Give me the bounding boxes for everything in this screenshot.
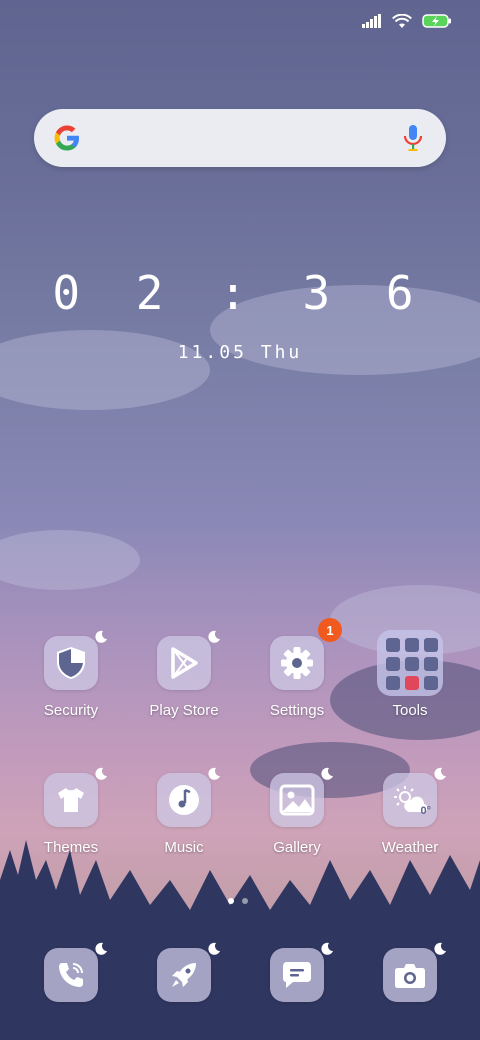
app-play-store[interactable]: Play Store xyxy=(129,630,239,719)
google-search-bar[interactable] xyxy=(34,109,446,167)
rocket-tile[interactable] xyxy=(157,942,220,1002)
app-weather[interactable]: 0° Weather xyxy=(355,767,465,856)
app-label: Themes xyxy=(43,839,99,856)
app-label: Play Store xyxy=(149,702,219,719)
wifi-icon xyxy=(392,13,412,28)
folder-tools[interactable]: Tools xyxy=(355,630,465,719)
moon-decoration xyxy=(282,424,336,478)
folder-app-icon xyxy=(405,638,419,652)
notification-badge: 1 xyxy=(318,618,342,642)
app-label: Settings xyxy=(269,702,325,719)
app-label: Gallery xyxy=(273,839,321,856)
folder-app-icon xyxy=(386,657,400,671)
folder-app-icon xyxy=(405,657,419,671)
camera-icon xyxy=(395,964,425,988)
moon-mini-icon xyxy=(208,942,220,955)
settings-tile[interactable]: 1 xyxy=(270,618,342,690)
weather-temp: 0° xyxy=(420,805,431,817)
app-label: Weather xyxy=(381,839,439,856)
folder-label: Tools xyxy=(392,702,428,719)
phone-tile[interactable] xyxy=(44,942,107,1002)
moon-mini-icon xyxy=(321,942,333,955)
image-icon xyxy=(279,784,315,816)
moon-mini-icon xyxy=(95,630,107,643)
tshirt-icon xyxy=(58,788,84,812)
dock-cleaner[interactable] xyxy=(129,942,239,1002)
page-dot xyxy=(242,898,248,904)
folder-app-icon xyxy=(405,676,419,690)
moon-mini-icon xyxy=(434,767,446,780)
app-themes[interactable]: Themes xyxy=(16,767,126,856)
dock-messages[interactable] xyxy=(242,942,352,1002)
page-indicator xyxy=(228,898,248,904)
moon-mini-icon xyxy=(208,767,220,780)
battery-charging-icon xyxy=(422,14,451,28)
folder-app-icon xyxy=(386,676,400,690)
clock-time[interactable]: 0 2 : 3 6 xyxy=(0,266,480,320)
music-tile[interactable] xyxy=(157,767,220,827)
app-gallery[interactable]: Gallery xyxy=(242,767,352,856)
moon-mini-icon xyxy=(95,767,107,780)
dock-phone[interactable] xyxy=(16,942,126,1002)
music-icon xyxy=(169,785,199,815)
google-logo xyxy=(54,125,79,151)
folder-app-icon xyxy=(424,657,438,671)
app-label: Music xyxy=(164,839,204,856)
gallery-tile[interactable] xyxy=(270,767,333,827)
themes-tile[interactable] xyxy=(44,767,107,827)
signal-icon xyxy=(362,14,381,28)
camera-tile[interactable] xyxy=(383,942,446,1002)
app-settings[interactable]: 1 Settings xyxy=(242,618,352,719)
moon-mini-icon xyxy=(95,942,107,955)
messages-tile[interactable] xyxy=(270,942,333,1002)
folder-app-icon xyxy=(424,676,438,690)
gear-icon xyxy=(281,647,313,679)
message-icon xyxy=(283,962,311,988)
page-dot-active xyxy=(228,898,234,904)
tools-folder-tile[interactable] xyxy=(377,630,443,696)
app-security[interactable]: Security xyxy=(16,630,126,719)
app-label: Security xyxy=(43,702,99,719)
app-music[interactable]: Music xyxy=(129,767,239,856)
dock-camera[interactable] xyxy=(355,942,465,1002)
phone-icon xyxy=(59,963,83,987)
folder-app-icon xyxy=(424,638,438,652)
play-store-tile[interactable] xyxy=(157,630,220,690)
moon-mini-icon xyxy=(208,630,220,643)
weather-tile[interactable]: 0° xyxy=(383,767,446,827)
clock-date: 11.05 Thu xyxy=(177,342,303,363)
rocket-icon xyxy=(172,963,196,987)
shield-icon xyxy=(57,647,85,679)
moon-mini-icon xyxy=(321,767,333,780)
folder-app-icon xyxy=(386,638,400,652)
security-tile[interactable] xyxy=(44,630,107,690)
mic-icon[interactable] xyxy=(402,123,424,153)
status-bar xyxy=(362,10,452,32)
moon-mini-icon xyxy=(434,942,446,955)
play-icon xyxy=(171,647,198,679)
